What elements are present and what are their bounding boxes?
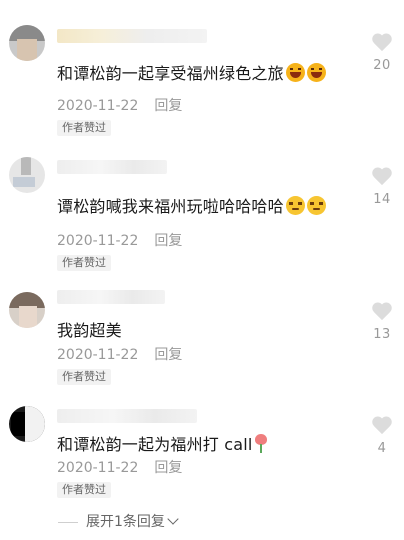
comment-text: 谭松韵喊我来福州玩啦哈哈哈哈 <box>57 193 326 217</box>
reply-button[interactable]: 回复 <box>154 347 182 363</box>
like-button[interactable]: 4 <box>364 417 400 456</box>
comment-date: 2020-11-22 <box>57 233 139 249</box>
comment-date: 2020-11-22 <box>57 460 139 476</box>
avatar[interactable] <box>9 292 45 328</box>
chevron-down-icon <box>167 513 179 525</box>
rose-emoji-icon <box>254 434 267 454</box>
like-count: 13 <box>373 327 391 342</box>
username-blurred[interactable] <box>57 160 167 174</box>
author-liked-badge: 作者赞过 <box>57 255 111 271</box>
username-blurred[interactable] <box>57 409 197 423</box>
expand-replies-button[interactable]: 展开1条回复 <box>58 511 179 531</box>
reply-button[interactable]: 回复 <box>154 233 182 249</box>
comment-text-content: 和谭松韵一起为福州打 call <box>57 435 253 454</box>
smirk-emoji-icon <box>285 196 305 215</box>
smirk-emoji-icon <box>306 196 326 215</box>
heart-icon[interactable] <box>372 168 392 186</box>
username-blurred[interactable] <box>57 290 165 304</box>
expand-replies-label: 展开1条回复 <box>86 514 165 530</box>
like-count: 14 <box>373 192 391 207</box>
reply-button[interactable]: 回复 <box>154 460 182 476</box>
author-liked-badge: 作者赞过 <box>57 482 111 498</box>
author-liked-badge: 作者赞过 <box>57 369 111 385</box>
comment-meta: 2020-11-22 回复 <box>57 457 182 477</box>
like-button[interactable]: 13 <box>364 303 400 342</box>
like-button[interactable]: 14 <box>364 168 400 207</box>
comment-meta: 2020-11-22 回复 <box>57 230 182 250</box>
avatar[interactable] <box>9 157 45 193</box>
comment-item: 和谭松韵一起为福州打 call 2020-11-22 回复 作者赞过 4 <box>0 0 404 498</box>
heart-icon[interactable] <box>372 417 392 435</box>
heart-icon[interactable] <box>372 303 392 321</box>
avatar[interactable] <box>9 406 45 442</box>
comment-text: 我韵超美 <box>57 317 122 341</box>
comment-text-content: 我韵超美 <box>57 321 122 340</box>
comment-meta: 2020-11-22 回复 <box>57 344 182 364</box>
divider-line <box>58 521 78 523</box>
comment-text-content: 谭松韵喊我来福州玩啦哈哈哈哈 <box>57 197 284 216</box>
like-count: 4 <box>377 441 387 456</box>
comment-date: 2020-11-22 <box>57 347 139 363</box>
comment-text: 和谭松韵一起为福州打 call <box>57 431 267 455</box>
